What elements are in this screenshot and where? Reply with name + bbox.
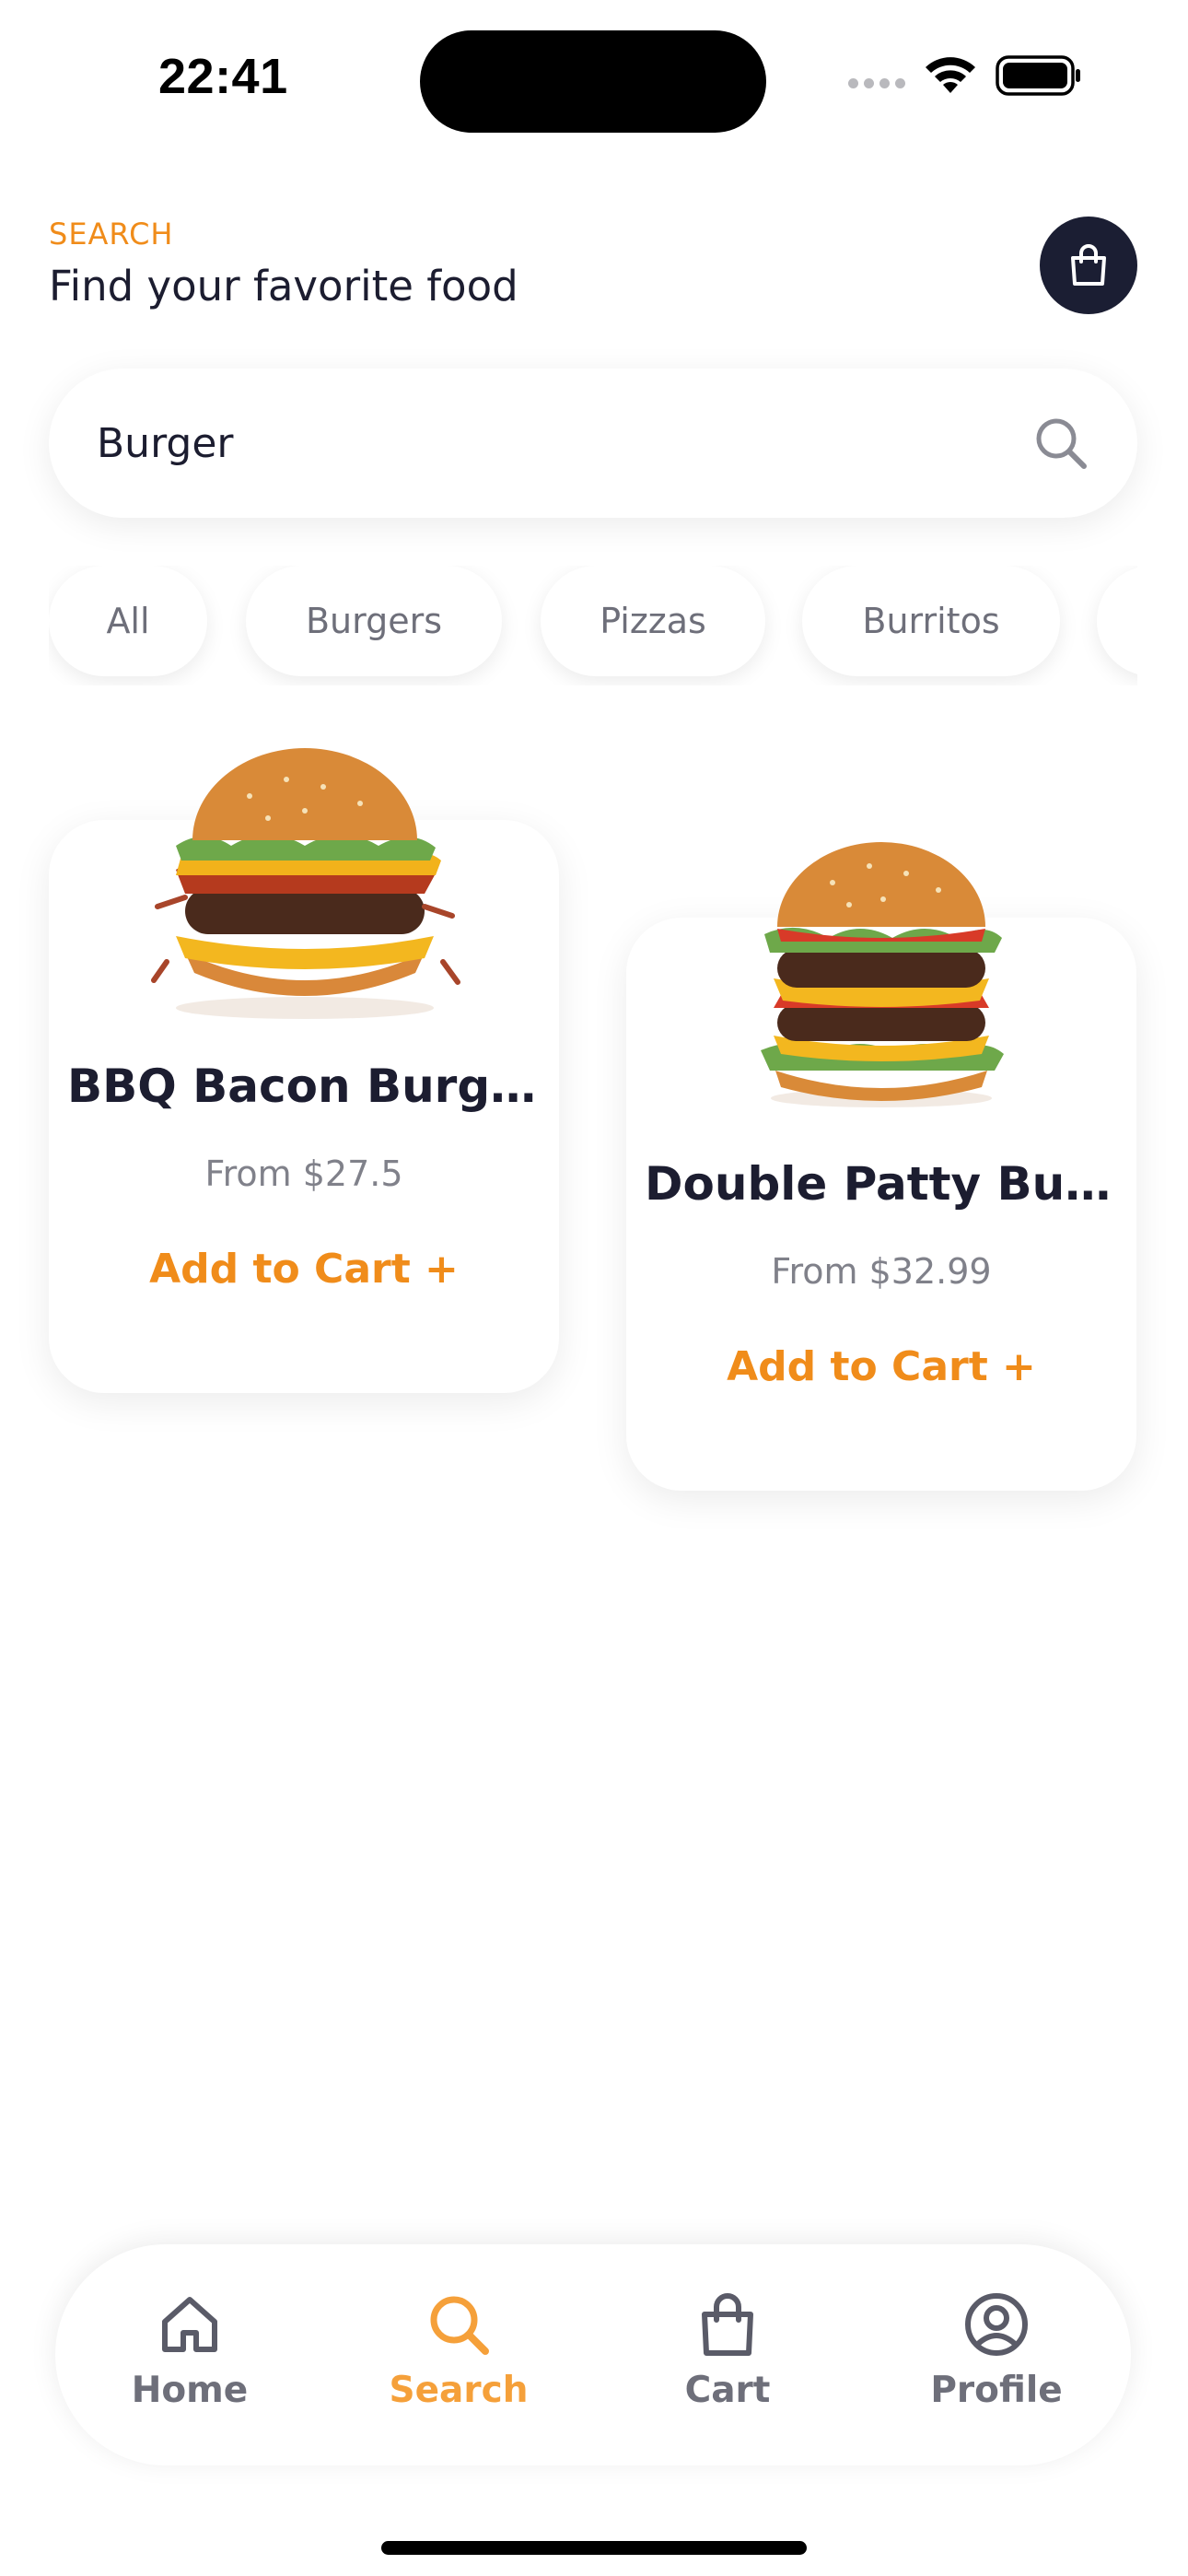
home-indicator xyxy=(381,2541,807,2555)
status-icons xyxy=(848,55,1082,96)
user-icon xyxy=(965,2293,1028,2356)
battery-icon xyxy=(996,55,1080,96)
chip-burritos[interactable]: Burritos xyxy=(802,566,1060,676)
bbq-bacon-burger-image xyxy=(151,748,460,1019)
search-icon[interactable] xyxy=(1032,415,1089,472)
product-price: From $27.5 xyxy=(204,1153,403,1194)
home-icon xyxy=(162,2297,217,2352)
cellular-signal-icon xyxy=(848,77,905,88)
search-icon xyxy=(430,2296,489,2355)
bag-icon xyxy=(1071,244,1106,286)
nav-label-search: Search xyxy=(389,2370,529,2411)
product-card[interactable]: BBQ Bacon Burger From $27.5 Add to Cart … xyxy=(49,748,559,1393)
product-price: From $32.99 xyxy=(771,1251,992,1292)
nav-label-profile: Profile xyxy=(930,2370,1063,2411)
product-card[interactable]: Double Patty Bur… From $32.99 Add to Car… xyxy=(626,842,1136,1491)
chip-burgers[interactable]: Burgers xyxy=(246,566,502,676)
chip-pizzas[interactable]: Pizzas xyxy=(541,566,765,676)
category-chips: All Burgers Pizzas Burritos xyxy=(49,566,1137,685)
bottom-nav: Home Search Cart Profile xyxy=(55,2244,1131,2465)
search-bar[interactable] xyxy=(49,369,1137,518)
product-name: BBQ Bacon Burger xyxy=(67,1060,544,1113)
nav-label-home: Home xyxy=(131,2370,249,2411)
page-title: Find your favorite food xyxy=(49,262,518,310)
nav-item-cart[interactable]: Cart xyxy=(617,2290,838,2411)
nav-item-home[interactable]: Home xyxy=(79,2290,300,2411)
chip-more[interactable] xyxy=(1097,566,1137,676)
nav-item-search[interactable]: Search xyxy=(348,2290,569,2411)
dynamic-island xyxy=(420,30,766,133)
nav-label-cart: Cart xyxy=(684,2370,771,2411)
page-eyebrow: SEARCH xyxy=(49,217,174,252)
nav-item-profile[interactable]: Profile xyxy=(886,2290,1107,2411)
product-name: Double Patty Bur… xyxy=(645,1157,1134,1211)
status-time: 22:41 xyxy=(158,49,288,104)
wifi-icon xyxy=(926,57,975,93)
add-to-cart-button[interactable]: Add to Cart + xyxy=(49,1246,559,1293)
add-to-cart-button[interactable]: Add to Cart + xyxy=(626,1343,1136,1390)
search-input[interactable] xyxy=(97,419,1032,467)
bag-icon xyxy=(702,2293,753,2356)
chip-all[interactable]: All xyxy=(49,566,207,676)
cart-button[interactable] xyxy=(1040,217,1137,314)
